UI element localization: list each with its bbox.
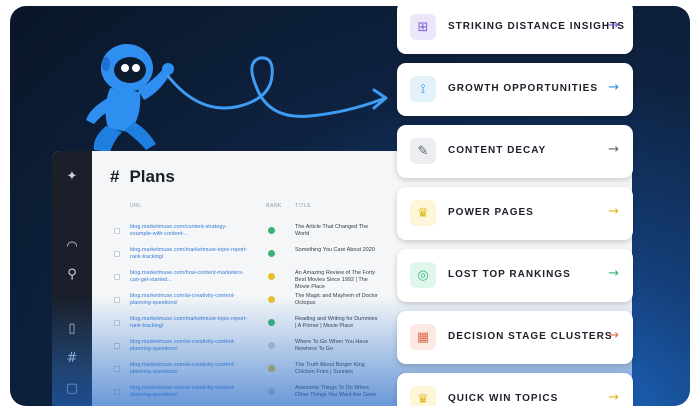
column-header-title[interactable]: TITLE bbox=[295, 203, 311, 209]
row-title: An Amazing Review of The Forty Best Movi… bbox=[295, 270, 375, 290]
edit-square-icon: ✎ bbox=[410, 138, 436, 164]
column-header-rank[interactable]: RANK bbox=[266, 203, 282, 209]
row-url-link[interactable]: blog.marketmuse.com/ai-creativity-conten… bbox=[130, 339, 248, 353]
app-sidebar: ✦ ◠ ⚲ ▯ # ▢ bbox=[52, 151, 92, 406]
card-label: LOST TOP RANKINGS bbox=[448, 269, 571, 280]
row-checkbox[interactable] bbox=[114, 366, 120, 372]
rank-status-dot bbox=[268, 342, 275, 349]
rank-status-dot bbox=[268, 388, 275, 395]
row-title: Something You Care About 2020 bbox=[295, 247, 375, 253]
arrow-right-icon[interactable]: → bbox=[608, 328, 619, 343]
row-url-link[interactable]: blog.marketmuse.com/marketmuse-topic-rep… bbox=[130, 316, 248, 330]
hash-icon[interactable]: # bbox=[64, 351, 80, 367]
row-checkbox[interactable] bbox=[114, 228, 120, 234]
insight-card-power-pages[interactable]: ♛ POWER PAGES → bbox=[397, 187, 633, 240]
row-url-link[interactable]: blog.marketmuse.com/ai-creativity-conten… bbox=[130, 362, 248, 376]
row-url-link[interactable]: blog.marketmuse.com/marketmuse-topic-rep… bbox=[130, 247, 248, 261]
arrow-right-icon[interactable]: → bbox=[608, 390, 619, 405]
row-title: Where To Go When You Have Nowhere To Go bbox=[295, 339, 369, 352]
card-label: DECISION STAGE CLUSTERS bbox=[448, 331, 613, 342]
arrow-right-icon[interactable]: → bbox=[608, 142, 619, 157]
card-label: POWER PAGES bbox=[448, 207, 534, 218]
grid-icon: ▦ bbox=[410, 324, 436, 350]
card-label: QUICK WIN TOPICS bbox=[448, 393, 559, 404]
insight-card-decision-stage-clusters[interactable]: ▦ DECISION STAGE CLUSTERS → bbox=[397, 311, 633, 364]
row-checkbox[interactable] bbox=[114, 389, 120, 395]
page-title-text: Plans bbox=[129, 167, 175, 186]
row-checkbox[interactable] bbox=[114, 343, 120, 349]
column-header-url[interactable]: URL bbox=[130, 203, 142, 209]
trophy-icon: ♛ bbox=[410, 200, 436, 226]
row-title: Awesome Things To Do When Other Things Y… bbox=[295, 385, 377, 398]
rank-status-dot bbox=[268, 296, 275, 303]
row-url-link[interactable]: blog.marketmuse.com/ai-creativity-conten… bbox=[130, 293, 248, 307]
columns-icon[interactable]: ▯ bbox=[64, 321, 80, 337]
share-nodes-icon: ⟟ bbox=[410, 76, 436, 102]
row-url-link[interactable]: blog.marketmuse.com/content-strategy-exa… bbox=[130, 224, 248, 238]
rank-status-dot bbox=[268, 273, 275, 280]
row-title: The Magic and Mayhem of Doctor Octopus bbox=[295, 293, 378, 306]
hash-icon: # bbox=[110, 167, 120, 186]
rank-status-dot bbox=[268, 319, 275, 326]
row-url-link[interactable]: blog.marketmuse.com/how-content-marketer… bbox=[130, 270, 248, 284]
insight-card-content-decay[interactable]: ✎ CONTENT DECAY → bbox=[397, 125, 633, 178]
insight-card-growth-opportunities[interactable]: ⟟ GROWTH OPPORTUNITIES → bbox=[397, 63, 633, 116]
insight-card-lost-top-rankings[interactable]: ◎ LOST TOP RANKINGS → bbox=[397, 249, 633, 302]
card-label: CONTENT DECAY bbox=[448, 145, 547, 156]
trophy-icon: ♛ bbox=[410, 386, 436, 406]
search-icon[interactable]: ⚲ bbox=[64, 267, 80, 283]
gauge-icon[interactable]: ◠ bbox=[64, 239, 80, 255]
page-title: # Plans bbox=[110, 167, 175, 187]
insight-card-quick-win-topics[interactable]: ♛ QUICK WIN TOPICS → bbox=[397, 373, 633, 406]
document-icon[interactable]: ▢ bbox=[64, 381, 80, 397]
arrow-right-icon[interactable]: → bbox=[608, 204, 619, 219]
arrow-right-icon[interactable]: → bbox=[608, 266, 619, 281]
row-checkbox[interactable] bbox=[114, 297, 120, 303]
row-checkbox[interactable] bbox=[114, 320, 120, 326]
rank-status-dot bbox=[268, 250, 275, 257]
row-title: The Article That Changed The World bbox=[295, 224, 369, 237]
compass-icon: ◎ bbox=[410, 262, 436, 288]
plus-square-icon: ⊞ bbox=[410, 14, 436, 40]
sparkle-icon[interactable]: ✦ bbox=[64, 169, 80, 185]
rank-status-dot bbox=[268, 227, 275, 234]
card-label: GROWTH OPPORTUNITIES bbox=[448, 83, 598, 94]
arrow-right-icon[interactable]: → bbox=[608, 18, 619, 33]
arrow-right-icon[interactable]: → bbox=[608, 80, 619, 95]
row-url-link[interactable]: blog.marketmuse.com/ai-creativity-conten… bbox=[130, 385, 248, 399]
row-checkbox[interactable] bbox=[114, 251, 120, 257]
card-label: STRIKING DISTANCE INSIGHTS bbox=[448, 21, 625, 32]
rank-status-dot bbox=[268, 365, 275, 372]
row-checkbox[interactable] bbox=[114, 274, 120, 280]
row-title: Reading and Writing for Dummies | A Prim… bbox=[295, 316, 378, 329]
hero-frame: ✦ ◠ ⚲ ▯ # ▢ # Plans URL RANK TITLE blog.m… bbox=[10, 6, 690, 406]
squiggle-arrow-line bbox=[166, 56, 388, 118]
row-title: The Truth About Burger King Chicken Frie… bbox=[295, 362, 365, 375]
insight-card-striking-distance-insights[interactable]: ⊞ STRIKING DISTANCE INSIGHTS → bbox=[397, 6, 633, 54]
